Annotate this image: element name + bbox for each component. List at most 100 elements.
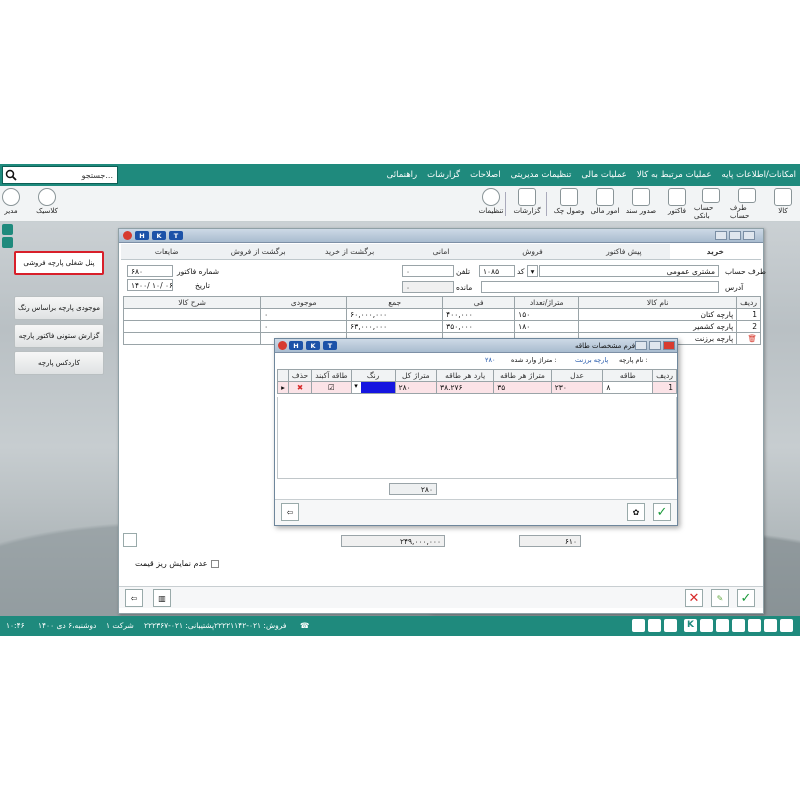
palette-icon[interactable]: ✿ — [627, 503, 645, 521]
toolbar-classic-button[interactable]: کلاسیک — [30, 188, 64, 220]
status-support: پشتیبانی: ۰۲۱-۲۲۲۳۶۷ — [144, 621, 215, 630]
toolbar-goods-button[interactable]: کالا — [766, 188, 800, 220]
toolbar-voucher-button[interactable]: صدور سند — [624, 188, 658, 220]
h-button[interactable]: H — [289, 341, 303, 350]
toolbar-admin-button[interactable]: مدیر — [0, 188, 28, 220]
menu-reports[interactable]: گزارشات — [427, 170, 460, 180]
toolbar-finance-button[interactable]: امور مالی — [588, 188, 622, 220]
address-label: آدرس — [725, 283, 744, 292]
status-company: شرکت ۱ — [106, 621, 134, 630]
party-label: طرف حساب — [725, 267, 766, 276]
balance-label: مانده — [456, 283, 473, 292]
address-field[interactable] — [481, 281, 719, 293]
col-stock: موجودی — [260, 296, 348, 309]
search-icon[interactable] — [3, 167, 19, 183]
chart-icon[interactable] — [748, 619, 761, 632]
toolbar-bank-button[interactable]: حساب بانکی — [694, 188, 728, 220]
maximize-icon[interactable] — [649, 341, 661, 350]
fabric-cardex-button[interactable]: کاردکس پارچه — [14, 351, 104, 375]
confirm-icon[interactable]: ✓ — [653, 503, 671, 521]
minimize-icon[interactable] — [715, 231, 727, 240]
party-field[interactable]: مشتری عمومی — [539, 265, 719, 277]
invoice-tabs: خرید پیش فاکتور فروش امانی برگشت از خرید… — [121, 244, 761, 260]
k-icon[interactable]: K — [684, 619, 697, 632]
sealed-checkbox[interactable]: ☑ — [311, 381, 352, 394]
fabric-shop-panel-button[interactable]: پنل شغلی پارچه فروشی — [14, 251, 104, 275]
h-button[interactable]: H — [135, 231, 149, 240]
grid-settings-icon[interactable] — [123, 533, 137, 547]
user-icon[interactable] — [2, 237, 13, 248]
chart-icon[interactable]: ▥ — [153, 589, 171, 607]
item-name-label: نام پارچه : — [619, 356, 648, 364]
menu-financial-operations[interactable]: عملیات مالی — [581, 170, 626, 180]
edit-icon[interactable]: ✎ — [711, 589, 729, 607]
menu-goods-operations[interactable]: عملیات مرتبط به کالا — [637, 170, 712, 180]
headset-icon: ☎ — [300, 621, 310, 630]
menu-basic-info[interactable]: امکانات/اطلاعات پایه — [722, 170, 796, 180]
code-field[interactable]: ۱۰۸۵ — [479, 265, 515, 277]
calendar-icon[interactable] — [648, 619, 661, 632]
balance-field: ۰ — [402, 281, 454, 293]
color-select[interactable]: ▾ — [350, 381, 396, 394]
entered-length-label: متراژ وارد شده : — [511, 356, 557, 364]
share-icon[interactable] — [732, 619, 745, 632]
table-row[interactable]: 1 پارچه کتان ۱۵۰ ۴۰۰,۰۰۰ ۶۰,۰۰۰,۰۰۰ ۰ — [122, 308, 761, 321]
menu-help[interactable]: راهنمائی — [387, 170, 417, 180]
calculator-icon[interactable] — [664, 619, 677, 632]
tab-waste[interactable]: ضایعات — [121, 244, 212, 259]
tab-proforma[interactable]: پیش فاکتور — [578, 244, 669, 259]
exit-icon[interactable]: ⇦ — [281, 503, 299, 521]
tab-sales-return[interactable]: برگشت از فروش — [212, 244, 303, 259]
list-icon[interactable] — [716, 619, 729, 632]
toolbar-invoice-button[interactable]: فاکتور — [660, 188, 694, 220]
close-icon[interactable] — [278, 341, 287, 350]
hide-price-option[interactable]: عدم نمایش ریز قیمت — [135, 559, 219, 568]
grid-icon[interactable] — [632, 619, 645, 632]
tab-purchase-return[interactable]: برگشت از خرید — [304, 244, 395, 259]
tab-consignment[interactable]: امانی — [395, 244, 486, 259]
party-dropdown[interactable]: ▾ — [527, 265, 538, 277]
hide-price-label: عدم نمایش ریز قیمت — [135, 559, 208, 568]
col-qty: متراژ/تعداد — [514, 296, 580, 309]
tab-sales[interactable]: فروش — [487, 244, 578, 259]
close-window-icon[interactable] — [743, 231, 755, 240]
maximize-icon[interactable] — [729, 231, 741, 240]
toolbar-settings-button[interactable]: تنظیمات — [474, 188, 508, 220]
t-button[interactable]: T — [169, 231, 183, 240]
menu-management-settings[interactable]: تنظیمات مدیریتی — [511, 170, 572, 180]
exit-icon[interactable]: ⇦ — [125, 589, 143, 607]
cancel-icon[interactable]: ✕ — [685, 589, 703, 607]
table-icon[interactable] — [700, 619, 713, 632]
info-icon[interactable] — [2, 224, 13, 235]
date-field[interactable]: ۱۴۰۰/ ۱۰/ ۰۶ — [127, 279, 173, 291]
search-input[interactable]: جستجو... — [19, 171, 117, 180]
table-row[interactable]: 2 پارچه کشمیر ۱۸۰ ۳۵۰,۰۰۰ ۶۳,۰۰۰,۰۰۰ ۰ — [122, 320, 761, 333]
fabric-invoice-report-button[interactable]: گزارش ستونی فاکتور پارچه — [14, 324, 104, 348]
dialog-title: فرم مشخصات طاقه — [575, 342, 636, 350]
toolbar-party-button[interactable]: طرف حساب — [730, 188, 764, 220]
toolbar: کالا طرف حساب حساب بانکی فاکتور صدور سند… — [0, 186, 800, 222]
menu-corrections[interactable]: اصلاحات — [470, 170, 501, 180]
close-window-icon[interactable] — [663, 341, 675, 350]
fabric-stock-by-color-button[interactable]: موجودی پارچه براساس رنگ — [14, 296, 104, 320]
invoice-number-field[interactable]: ۶۸۰ — [127, 265, 173, 277]
delete-icon[interactable]: ✖ — [287, 381, 313, 394]
hide-price-checkbox[interactable] — [210, 559, 219, 568]
tab-purchase[interactable]: خرید — [669, 244, 761, 259]
toolbar-reports-button[interactable]: گزارشات — [510, 188, 544, 220]
phone-label: تلفن — [456, 267, 471, 276]
chevron-down-icon: ▾ — [351, 382, 361, 393]
k-button[interactable]: K — [152, 231, 166, 240]
toolbar-cheque-button[interactable]: وصول چک — [552, 188, 586, 220]
t-button[interactable]: T — [323, 341, 337, 350]
confirm-icon[interactable]: ✓ — [737, 589, 755, 607]
table-icon[interactable] — [764, 619, 777, 632]
trash-icon[interactable]: 🗑 — [747, 334, 757, 343]
close-icon[interactable] — [123, 231, 132, 240]
table-row[interactable]: 1 ۸ ۲۳۰ ۳۵ ۳۸.۲۷۶ ۲۸۰ ▾ ☑ ✖ ▸ — [277, 381, 677, 394]
minimize-icon[interactable] — [635, 341, 647, 350]
k-button[interactable]: K — [306, 341, 320, 350]
phone-field[interactable]: ۰ — [402, 265, 454, 277]
grid-icon[interactable] — [780, 619, 793, 632]
search-box[interactable]: جستجو... — [2, 166, 118, 184]
